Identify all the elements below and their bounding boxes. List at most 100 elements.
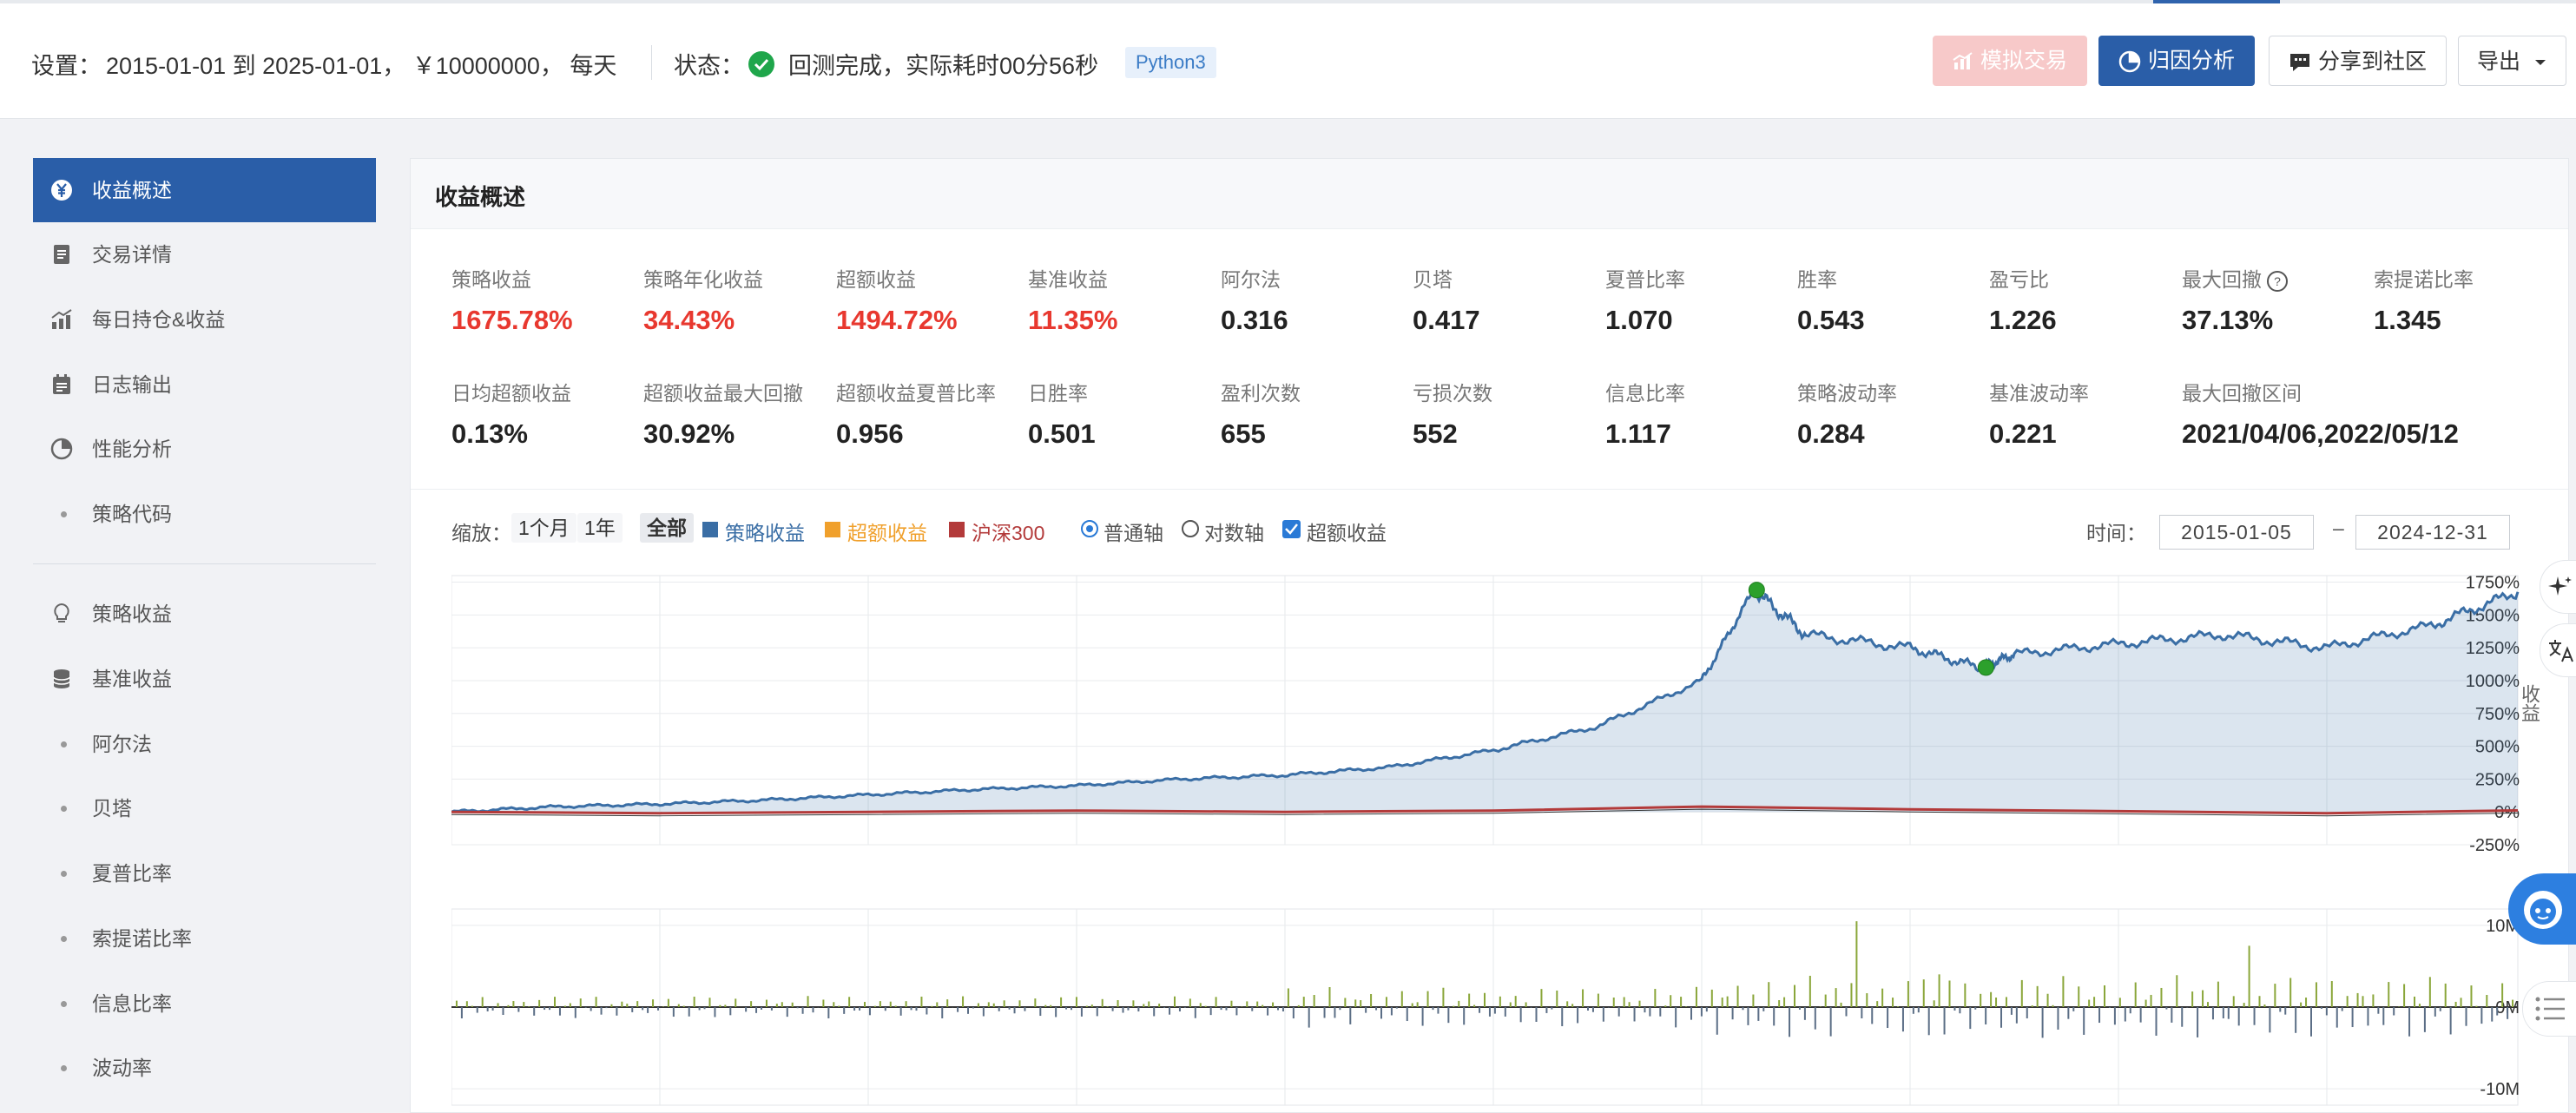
metric-daily-excess: 日均超额收益 0.13% (451, 377, 638, 450)
metric-strategy-volatility: 策略波动率 0.284 (1797, 377, 1984, 450)
sidebar-item-label: 交易详情 (92, 243, 172, 266)
legend-hs300[interactable]: 沪深300 (972, 517, 1044, 546)
metric-value: 1675.78% (451, 305, 573, 335)
return-side-tab[interactable]: 收益 (2515, 684, 2543, 722)
sidebar-item-label: 策略收益 (92, 603, 172, 625)
sidebar-item-trade-details[interactable]: 交易详情 (33, 222, 376, 286)
metric-label: 最大回撤 (2182, 268, 2262, 291)
excess-return-checkbox-label: 超额收益 (1307, 522, 1387, 544)
metric-label: 夏普比率 (1605, 268, 1685, 291)
drawdown-marker (1977, 659, 1994, 676)
metric-max-drawdown: 最大回撤? 37.13% (2182, 263, 2368, 336)
sidebar-item-alpha[interactable]: 阿尔法 (33, 712, 376, 776)
metric-label: 策略波动率 (1797, 382, 1897, 405)
radio-normal-axis[interactable] (1081, 520, 1098, 537)
share-to-community-label: 分享到社区 (2317, 49, 2427, 74)
metric-information-ratio: 信息比率 1.117 (1605, 377, 1792, 450)
metric-label: 基准波动率 (1989, 382, 2089, 405)
metric-win-rate: 胜率 0.543 (1797, 263, 1984, 336)
metric-label: 超额收益夏普比率 (836, 382, 996, 405)
help-question-icon[interactable]: ? (2267, 270, 2288, 292)
metric-label: 盈亏比 (1989, 268, 2049, 291)
log-axis-label: 对数轴 (1204, 522, 1264, 544)
export-dropdown-button[interactable]: 导出 (2458, 36, 2566, 86)
bullet-dot-icon (61, 806, 67, 812)
share-to-community-button[interactable]: 分享到社区 (2269, 36, 2447, 86)
legend-swatch-strategy (702, 522, 718, 537)
attribution-analysis-button[interactable]: 归因分析 (2098, 36, 2255, 86)
panel-title: 收益概述 (435, 184, 526, 210)
zoom-1-month[interactable]: 1个月 (511, 513, 576, 543)
sidebar-item-strategy-code[interactable]: 策略代码 (33, 482, 376, 546)
sidebar-item-strategy-return[interactable]: 策略收益 (33, 582, 376, 646)
legend-strategy-return[interactable]: 策略收益 (725, 517, 805, 546)
excess-return-checkbox[interactable] (1282, 520, 1301, 538)
sidebar-item-daily-positions[interactable]: 每日持仓&收益 (33, 287, 376, 352)
metric-loss-count: 亏损次数 552 (1413, 377, 1599, 450)
metric-value: 1.226 (1989, 305, 2057, 335)
legend-excess-return[interactable]: 超额收益 (847, 517, 927, 546)
panel-header: 收益概述 (411, 159, 2568, 229)
sidebar-item-volatility[interactable]: 波动率 (33, 1036, 376, 1100)
metric-benchmark-volatility: 基准波动率 0.221 (1989, 377, 2176, 450)
metric-value: 0.284 (1797, 418, 1865, 449)
caret-down-icon (2534, 60, 2546, 66)
metric-profit-loss-ratio: 盈亏比 1.226 (1989, 263, 2176, 336)
metric-win-count: 盈利次数 655 (1221, 377, 1407, 450)
sidebar-item-label: 索提诺比率 (92, 927, 192, 950)
metric-value: 1.070 (1605, 305, 1673, 335)
sidebar-item-beta[interactable]: 贝塔 (33, 776, 376, 840)
attribution-analysis-label: 归因分析 (2147, 49, 2235, 73)
simulate-trade-button[interactable]: 模拟交易 (1933, 36, 2087, 86)
metric-daily-win-rate: 日胜率 0.501 (1028, 377, 1215, 450)
metric-value: 0.501 (1028, 418, 1096, 449)
sidebar-item-sortino[interactable]: 索提诺比率 (33, 906, 376, 971)
header-divider (651, 45, 652, 80)
sidebar-divider (33, 563, 376, 564)
metric-label: 超额收益最大回撤 (643, 382, 803, 405)
metric-value: 655 (1221, 418, 1266, 449)
zoom-all[interactable]: 全部 (640, 513, 694, 543)
list-menu-button[interactable] (2522, 981, 2576, 1037)
metric-value: 34.43% (643, 305, 735, 335)
bullet-dot-icon (61, 1065, 67, 1071)
customer-service-button[interactable] (2508, 873, 2576, 945)
pie-icon (50, 438, 73, 460)
metric-benchmark-return: 基准收益 11.35% (1028, 263, 1215, 336)
date-from-input[interactable]: 2015-01-05 (2159, 515, 2314, 550)
metrics-divider (411, 489, 2568, 490)
metric-label: 日均超额收益 (451, 382, 571, 405)
sidebar-item-label: 阿尔法 (92, 733, 152, 755)
return-chart[interactable]: 1750%1500%1250%1000%750%500%250%0%-250% (451, 570, 2553, 857)
sidebar-item-log-output[interactable]: 日志输出 (33, 352, 376, 417)
metric-strategy-return: 策略收益 1675.78% (451, 263, 638, 336)
radio-log-axis[interactable] (1182, 520, 1199, 537)
bullet-dot-icon (61, 936, 67, 942)
sidebar-item-benchmark-return[interactable]: 基准收益 (33, 647, 376, 711)
zoom-1-year[interactable]: 1年 (577, 513, 623, 543)
sidebar-item-performance[interactable]: 性能分析 (33, 417, 376, 481)
simulate-trade-label: 模拟交易 (1980, 49, 2067, 73)
metric-label: 策略年化收益 (643, 268, 763, 291)
metric-value: 30.92% (643, 418, 735, 449)
y-tick-label: 1750% (2466, 574, 2520, 593)
sidebar-item-label: 波动率 (92, 1057, 152, 1079)
metric-sortino: 索提诺比率 1.345 (2374, 263, 2560, 336)
excess-bar-chart[interactable]: 10M0M-10M (451, 900, 2553, 1112)
yen-circle-icon (51, 180, 72, 201)
y-tick-label: -10M (2480, 1080, 2520, 1099)
bullet-dot-icon (61, 741, 67, 747)
legend-swatch-hs300 (949, 522, 965, 537)
status-value: 回测完成，实际耗时00分56秒 (788, 53, 1099, 79)
metric-value: 1.117 (1605, 418, 1671, 449)
sidebar-item-sharpe[interactable]: 夏普比率 (33, 841, 376, 906)
metric-label: 贝塔 (1413, 268, 1453, 291)
chart-up-icon (1953, 52, 1973, 70)
sidebar-item-overview[interactable]: 收益概述 (33, 158, 376, 222)
metric-value: 0.543 (1797, 305, 1865, 335)
metric-beta: 贝塔 0.417 (1413, 263, 1599, 336)
zoom-label: 缩放： (451, 522, 511, 544)
sidebar-item-label: 夏普比率 (92, 862, 172, 885)
date-to-input[interactable]: 2024-12-31 (2355, 515, 2510, 550)
sidebar-item-information-ratio[interactable]: 信息比率 (33, 971, 376, 1036)
